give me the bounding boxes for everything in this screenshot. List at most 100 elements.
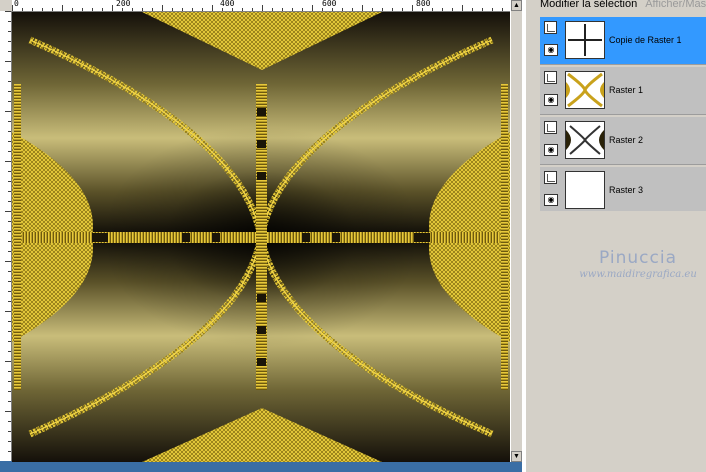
ruler-tick: [432, 8, 433, 11]
ruler-tick: [8, 351, 11, 352]
ruler-tick: [8, 81, 11, 82]
ruler-tick: [72, 8, 73, 11]
scroll-down-arrow-icon[interactable]: ▼: [511, 451, 522, 462]
panel-header: Modifier la sélection Afficher/Mas: [540, 0, 706, 10]
layer-list: ◉ Copie de Raster 1 ◉ Raster 1 ◉ Raster …: [540, 17, 706, 217]
ruler-tick: [8, 301, 11, 302]
layer-row-raster-1[interactable]: ◉ Raster 1: [540, 67, 706, 115]
ruler-tick: [142, 8, 143, 11]
ruler-tick: [8, 401, 11, 402]
ruler-tick: [112, 5, 113, 11]
ruler-tick: [492, 8, 493, 11]
ruler-tick: [332, 8, 333, 11]
ruler-tick: [8, 441, 11, 442]
layer-name: Raster 1: [609, 85, 644, 95]
ruler-tick: [5, 311, 11, 312]
scroll-up-arrow-icon[interactable]: ▲: [511, 0, 522, 11]
vertical-ruler: [0, 11, 12, 461]
ruler-tick: [342, 8, 343, 11]
ruler-tick: [8, 371, 11, 372]
ruler-tick: [322, 8, 323, 11]
ruler-tick: [8, 251, 11, 252]
layer-thumbnail: [565, 21, 605, 59]
ruler-tick: [8, 171, 11, 172]
ruler-corner: [0, 0, 12, 11]
ruler-tick: [8, 91, 11, 92]
ruler-label: 800: [416, 0, 431, 8]
ruler-tick: [8, 231, 11, 232]
ruler-tick: [302, 8, 303, 11]
tab-show-hide[interactable]: Afficher/Mas: [645, 0, 706, 10]
ruler-tick: [8, 121, 11, 122]
layer-thumbnail: [565, 121, 605, 159]
ruler-tick: [32, 8, 33, 11]
ruler-tick: [132, 8, 133, 11]
eye-icon[interactable]: ◉: [544, 144, 558, 156]
ruler-tick: [8, 141, 11, 142]
layer-thumbnail: [565, 71, 605, 109]
ruler-tick: [232, 8, 233, 11]
ruler-tick: [8, 291, 11, 292]
ruler-tick: [252, 8, 253, 11]
ruler-tick: [502, 8, 503, 11]
ruler-tick: [292, 8, 293, 11]
layer-thumbnail: [565, 171, 605, 209]
canvas-artwork[interactable]: [12, 12, 510, 462]
layer-group-icon[interactable]: [544, 171, 557, 184]
canvas-window: 0 200 400 600 800 ▲ ▼: [0, 0, 523, 472]
ruler-tick: [472, 8, 473, 11]
layer-name: Raster 2: [609, 135, 644, 145]
layer-group-icon[interactable]: [544, 71, 557, 84]
ruler-tick: [152, 8, 153, 11]
ruler-tick: [52, 8, 53, 11]
ruler-tick: [242, 8, 243, 11]
ruler-tick: [8, 391, 11, 392]
ruler-tick: [8, 181, 11, 182]
layer-group-icon[interactable]: [544, 21, 557, 34]
ruler-tick: [8, 341, 11, 342]
ruler-tick: [8, 431, 11, 432]
horizontal-ruler: 0 200 400 600 800: [12, 0, 510, 12]
ruler-tick: [392, 8, 393, 11]
eye-icon[interactable]: ◉: [544, 94, 558, 106]
ruler-tick: [62, 5, 63, 11]
watermark: Pinuccia www.maidiregrafica.eu: [570, 248, 706, 280]
ruler-tick: [182, 8, 183, 11]
ruler-tick: [5, 261, 11, 262]
ruler-label: 0: [14, 0, 19, 8]
ruler-tick: [422, 8, 423, 11]
layer-row-raster-2[interactable]: ◉ Raster 2: [540, 117, 706, 165]
ruler-tick: [8, 101, 11, 102]
ruler-tick: [8, 21, 11, 22]
eye-icon[interactable]: ◉: [544, 194, 558, 206]
ruler-label: 400: [220, 0, 235, 8]
ruler-tick: [8, 191, 11, 192]
ruler-tick: [282, 8, 283, 11]
ruler-tick: [8, 201, 11, 202]
ruler-tick: [8, 221, 11, 222]
layer-row-raster-3[interactable]: ◉ Raster 3: [540, 167, 706, 215]
ruler-tick: [172, 8, 173, 11]
ruler-tick: [8, 71, 11, 72]
ruler-tick: [442, 8, 443, 11]
ruler-tick: [122, 8, 123, 11]
ruler-tick: [12, 5, 13, 11]
layer-group-icon[interactable]: [544, 121, 557, 134]
layers-panel: Modifier la sélection Afficher/Mas ◉ Copi…: [522, 0, 706, 472]
ruler-tick: [402, 8, 403, 11]
watermark-url: www.maidiregrafica.eu: [579, 269, 697, 280]
layer-name: Copie de Raster 1: [609, 35, 682, 45]
ruler-tick: [92, 8, 93, 11]
ruler-tick: [8, 151, 11, 152]
eye-icon[interactable]: ◉: [544, 44, 558, 56]
horizontal-scroll-area: [0, 462, 522, 472]
ruler-tick: [8, 41, 11, 42]
tab-modify-selection[interactable]: Modifier la sélection: [540, 0, 637, 10]
layer-row-copie-raster-1[interactable]: ◉ Copie de Raster 1: [540, 17, 706, 65]
ruler-label: 200: [116, 0, 131, 8]
ruler-tick: [8, 131, 11, 132]
ruler-tick: [382, 8, 383, 11]
ruler-tick: [8, 421, 11, 422]
ruler-tick: [482, 8, 483, 11]
ruler-tick: [312, 5, 313, 11]
